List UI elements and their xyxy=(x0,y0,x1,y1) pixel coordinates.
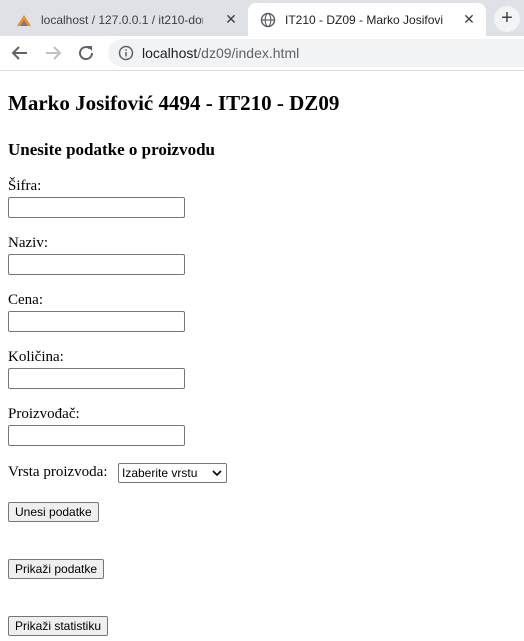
new-tab-button[interactable]: + xyxy=(494,6,520,32)
url-text: localhost/dz09/index.html xyxy=(142,45,299,61)
tab-title: localhost / 127.0.0.1 / it210-dom xyxy=(41,12,203,27)
vrsta-selected-value: Izaberite vrstu xyxy=(122,466,198,480)
kolicina-label: Količina: xyxy=(8,349,64,365)
browser-tab-dz09[interactable]: IT210 - DZ09 - Marko Josifović 44 ✕ xyxy=(248,3,486,36)
chevron-down-icon xyxy=(212,470,222,477)
close-icon[interactable]: ✕ xyxy=(462,12,476,26)
back-button[interactable] xyxy=(8,41,32,65)
browser-tab-phpmyadmin[interactable]: localhost / 127.0.0.1 / it210-dom ✕ xyxy=(4,3,248,36)
browser-toolbar: localhost/dz09/index.html xyxy=(0,36,524,71)
proizvodjac-input[interactable] xyxy=(8,425,185,446)
reload-button[interactable] xyxy=(74,41,98,65)
browser-tab-bar: localhost / 127.0.0.1 / it210-dom ✕ IT21… xyxy=(0,0,524,36)
vrsta-label: Vrsta proizvoda: xyxy=(8,464,108,480)
url-path: /dz09/index.html xyxy=(197,45,300,61)
forward-button[interactable] xyxy=(41,41,65,65)
url-host: localhost xyxy=(142,45,198,61)
prikazi-podatke-button[interactable]: Prikaži podatke xyxy=(8,559,105,579)
tab-title: IT210 - DZ09 - Marko Josifović 44 xyxy=(285,12,443,27)
arrow-right-icon xyxy=(46,46,62,60)
vrsta-select[interactable]: Izaberite vrstu xyxy=(118,463,227,483)
proizvodjac-label: Proizvođač: xyxy=(8,406,80,422)
naziv-label: Naziv: xyxy=(8,235,48,251)
phpmyadmin-icon xyxy=(17,14,31,26)
info-icon[interactable] xyxy=(118,45,134,61)
cena-input[interactable] xyxy=(8,311,185,332)
arrow-left-icon xyxy=(11,46,27,60)
page-title: Marko Josifović 4494 - IT210 - DZ09 xyxy=(8,91,340,115)
unesi-podatke-button[interactable]: Unesi podatke xyxy=(8,502,99,522)
naziv-input[interactable] xyxy=(8,254,185,275)
sifra-label: Šifra: xyxy=(8,178,42,194)
close-icon[interactable]: ✕ xyxy=(224,12,238,26)
kolicina-input[interactable] xyxy=(8,368,185,389)
prikazi-statistiku-button[interactable]: Prikaži statistiku xyxy=(8,616,109,636)
cena-label: Cena: xyxy=(8,292,43,308)
address-bar[interactable]: localhost/dz09/index.html xyxy=(108,39,524,67)
form-heading: Unesite podatke o proizvodu xyxy=(8,140,216,159)
reload-icon xyxy=(79,46,94,61)
globe-icon xyxy=(260,12,276,27)
sifra-input[interactable] xyxy=(8,197,185,218)
